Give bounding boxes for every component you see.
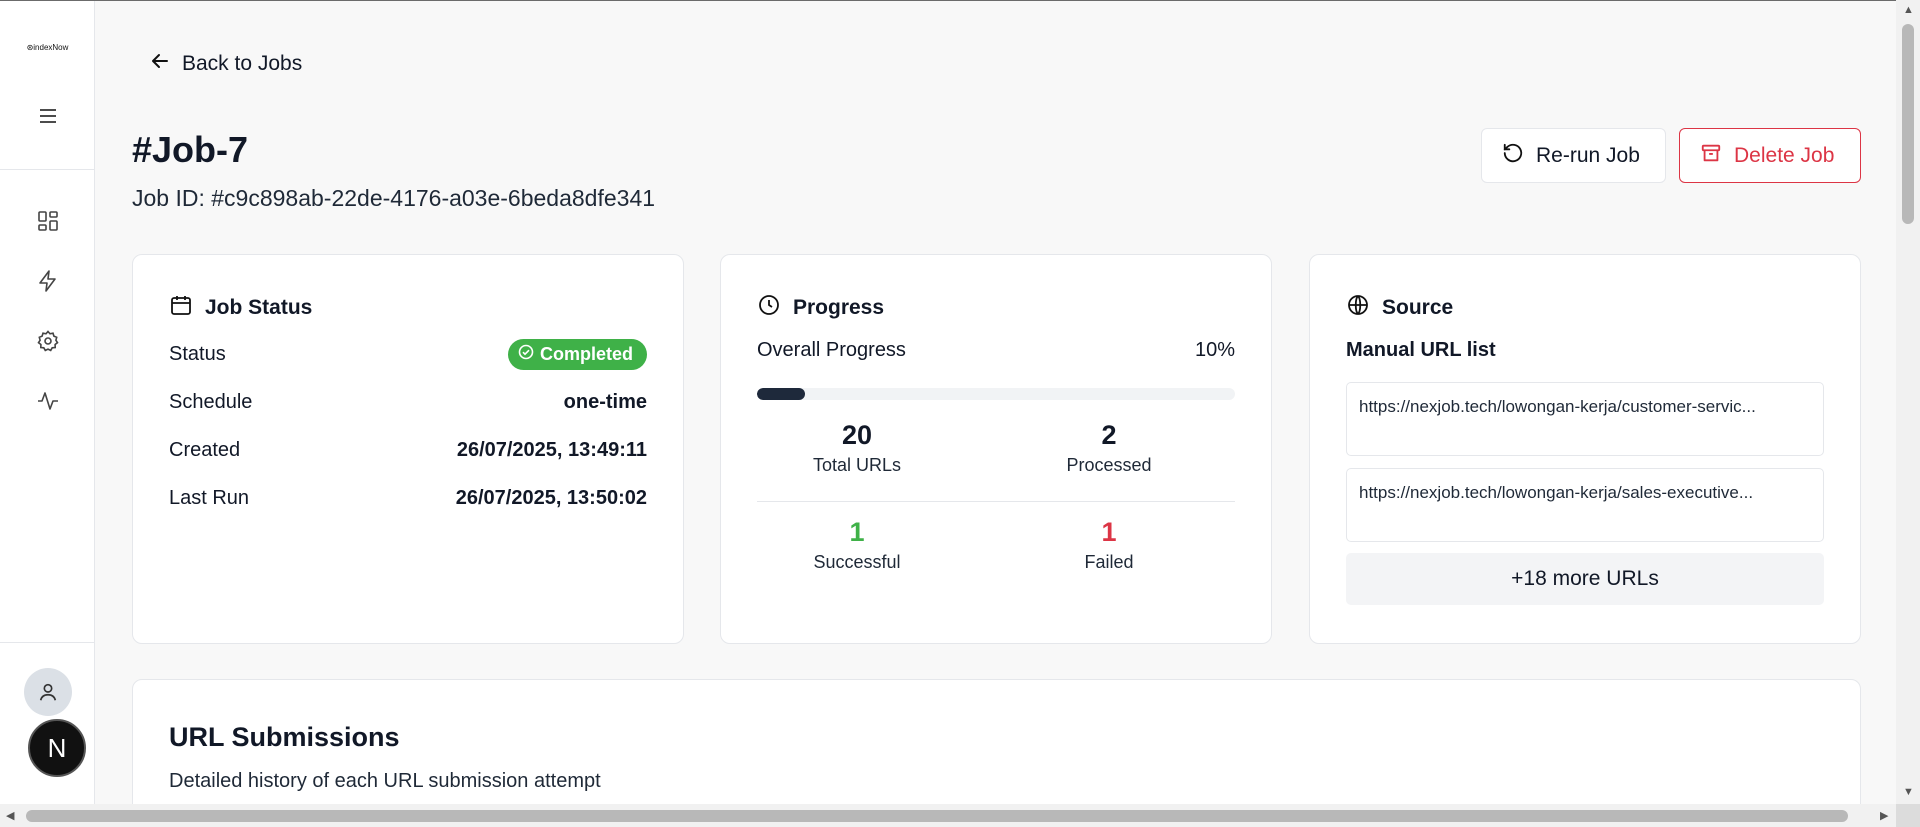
globe-icon <box>1346 293 1370 323</box>
horizontal-scrollbar[interactable]: ◀ ▶ <box>0 804 1896 827</box>
scroll-down-icon[interactable]: ▼ <box>1903 786 1914 798</box>
url-submissions-card: URL Submissions Detailed history of each… <box>132 679 1861 819</box>
clock-icon <box>757 293 781 323</box>
scroll-up-icon[interactable]: ▲ <box>1903 4 1914 16</box>
menu-icon[interactable] <box>37 105 59 127</box>
url-item[interactable]: https://nexjob.tech/lowongan-kerja/custo… <box>1346 382 1824 456</box>
progress-bar <box>757 388 1235 400</box>
status-badge: Completed <box>507 339 647 370</box>
overall-progress-label: Overall Progress <box>757 339 906 361</box>
successful-label: Successful <box>813 552 901 572</box>
total-urls-stat: 20 Total URLs <box>757 420 957 476</box>
progress-card: Progress Overall Progress 10% 20 Total U… <box>720 254 1272 644</box>
successful-value: 1 <box>849 517 865 547</box>
sidebar-divider <box>0 642 95 643</box>
calendar-icon <box>169 293 193 323</box>
vertical-scroll-thumb[interactable] <box>1902 24 1914 224</box>
arrow-left-icon <box>150 51 170 77</box>
processed-stat: 2 Processed <box>1009 420 1209 476</box>
progress-bar-fill <box>757 388 805 400</box>
job-status-header: Job Status <box>169 293 312 323</box>
rotate-ccw-icon <box>1502 142 1524 170</box>
next-logo-badge[interactable]: N <box>28 719 86 777</box>
processed-label: Processed <box>1066 455 1152 475</box>
failed-stat: 1 Failed <box>1009 517 1209 573</box>
delete-job-button[interactable]: Delete Job <box>1679 128 1861 183</box>
total-urls-value: 20 <box>841 420 873 450</box>
source-subheading-row: Manual URL list <box>1346 339 1824 362</box>
archive-icon <box>1700 142 1722 170</box>
sidebar: ⊛indexNow <box>0 1 95 804</box>
total-urls-label: Total URLs <box>812 455 902 475</box>
created-row: Created 26/07/2025, 13:49:11 <box>169 439 647 462</box>
status-row: Status Completed <box>169 339 647 370</box>
status-label: Status <box>169 343 226 365</box>
app-logo[interactable]: ⊛indexNow <box>0 43 95 52</box>
failed-label: Failed <box>1084 552 1134 572</box>
rerun-job-button[interactable]: Re-run Job <box>1481 128 1666 183</box>
source-subheading: Manual URL list <box>1346 339 1496 361</box>
back-label: Back to Jobs <box>182 52 303 75</box>
created-label: Created <box>169 439 241 461</box>
source-header: Source <box>1346 293 1453 323</box>
lightning-icon[interactable] <box>36 269 60 293</box>
overall-progress-value: 10% <box>1194 339 1235 361</box>
check-circle-icon <box>518 344 534 365</box>
scroll-right-icon[interactable]: ▶ <box>1880 809 1888 822</box>
processed-value: 2 <box>1101 420 1117 450</box>
more-urls-button[interactable]: +18 more URLs <box>1346 553 1824 605</box>
schedule-label: Schedule <box>169 391 253 413</box>
vertical-scrollbar[interactable]: ▲ ▼ <box>1896 0 1920 804</box>
job-status-heading: Job Status <box>205 296 313 319</box>
job-id: Job ID: #c9c898ab-22de-4176-a03e-6beda8d… <box>132 185 656 211</box>
gear-icon[interactable] <box>36 329 60 353</box>
dashboard-icon[interactable] <box>36 209 60 233</box>
activity-icon[interactable] <box>36 389 60 413</box>
successful-stat: 1 Successful <box>757 517 957 573</box>
created-value: 26/07/2025, 13:49:11 <box>456 439 647 461</box>
progress-header: Progress <box>757 293 884 323</box>
overall-progress-row: Overall Progress 10% <box>757 339 1235 362</box>
status-value: Completed <box>539 344 633 364</box>
horizontal-scroll-thumb[interactable] <box>26 810 1848 822</box>
last-run-value: 26/07/2025, 13:50:02 <box>455 487 647 509</box>
page-title: #Job-7 <box>132 129 249 170</box>
scroll-left-icon[interactable]: ◀ <box>6 809 14 822</box>
scrollbar-corner <box>1896 804 1920 827</box>
rerun-label: Re-run Job <box>1536 143 1640 167</box>
stats-divider <box>757 501 1235 502</box>
avatar[interactable] <box>24 668 72 716</box>
delete-label: Delete Job <box>1734 143 1835 167</box>
url-item[interactable]: https://nexjob.tech/lowongan-kerja/sales… <box>1346 468 1824 542</box>
source-heading: Source <box>1382 296 1454 319</box>
schedule-value: one-time <box>563 391 647 413</box>
sidebar-divider <box>0 169 95 170</box>
last-run-label: Last Run <box>169 487 250 509</box>
progress-heading: Progress <box>793 296 885 319</box>
failed-value: 1 <box>1101 517 1117 547</box>
submissions-description: Detailed history of each URL submission … <box>169 770 601 792</box>
source-card: Source Manual URL list https://nexjob.te… <box>1309 254 1861 644</box>
back-to-jobs-link[interactable]: Back to Jobs <box>150 51 302 77</box>
job-status-card: Job Status Status Completed Schedule one… <box>132 254 684 644</box>
submissions-title: URL Submissions <box>169 722 400 752</box>
last-run-row: Last Run 26/07/2025, 13:50:02 <box>169 487 647 510</box>
schedule-row: Schedule one-time <box>169 391 647 414</box>
main-content: Back to Jobs #Job-7 Job ID: #c9c898ab-22… <box>96 1 1896 819</box>
